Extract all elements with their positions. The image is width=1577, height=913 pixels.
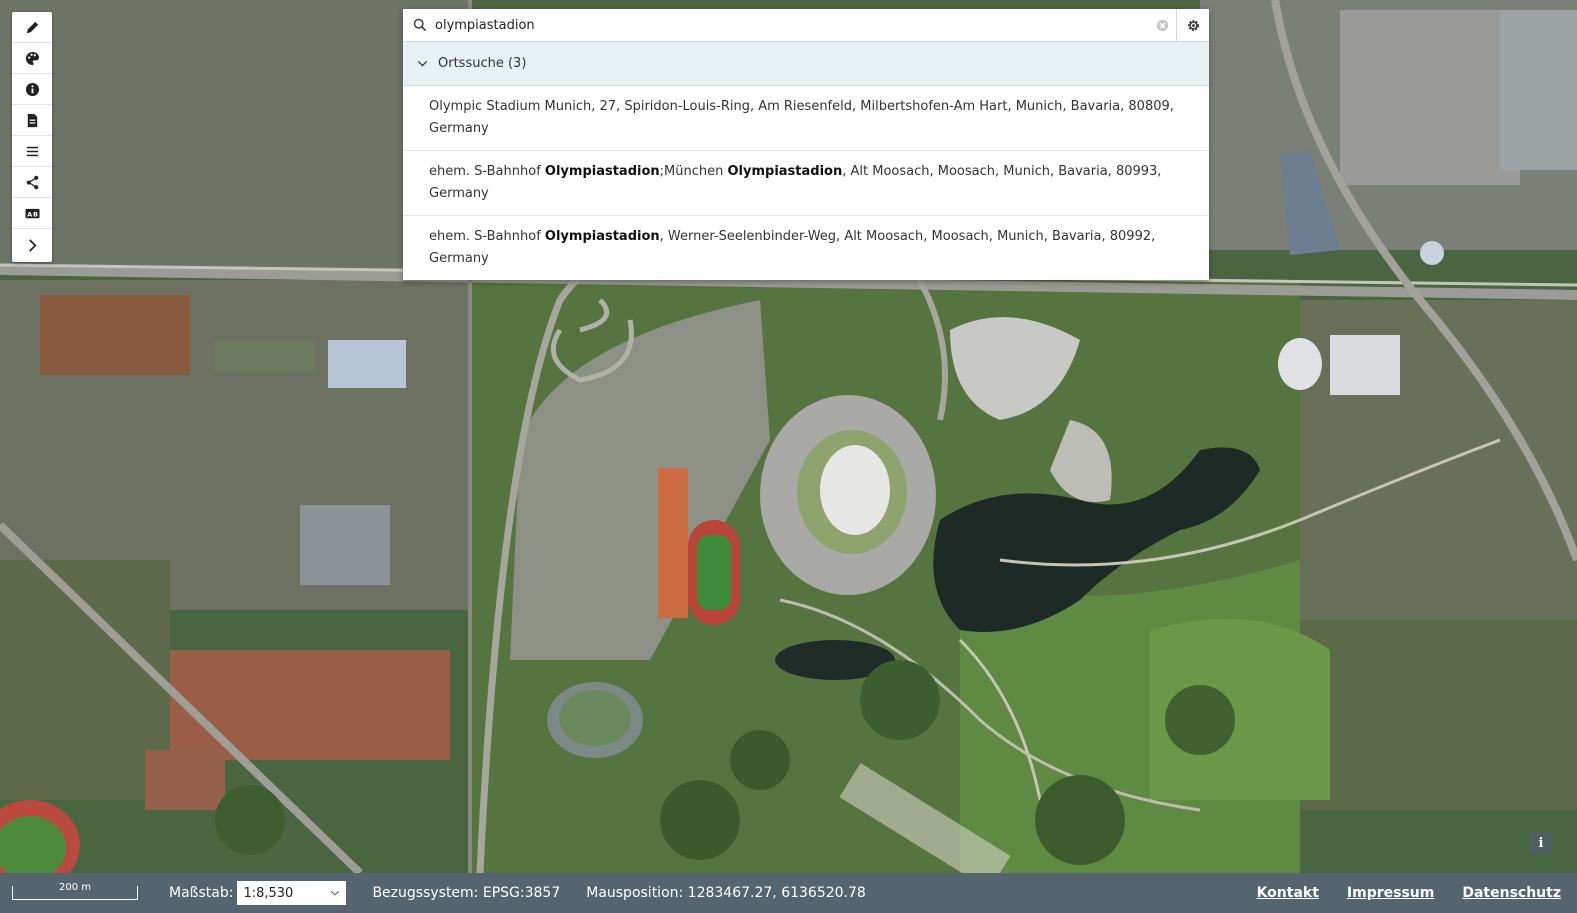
result-text: Olympic Stadium Munich, 27, Spiridon-Lou… — [429, 99, 1174, 136]
info-icon — [25, 82, 39, 96]
ab-icon: AB — [24, 208, 40, 218]
search-input[interactable] — [433, 16, 1148, 34]
map-attribution-button[interactable]: i — [1530, 832, 1552, 854]
scale-bar-label: 200 m — [58, 882, 91, 893]
search-results-list: Olympic Stadium Munich, 27, Spiridon-Lou… — [403, 86, 1209, 280]
search-result-item[interactable]: ehem. S-Bahnhof Olympiastadion, Werner-S… — [403, 216, 1209, 280]
chevron-right-icon — [28, 239, 37, 252]
result-text: ;München — [659, 164, 728, 179]
footer-links: Kontakt Impressum Datenschutz — [1257, 885, 1561, 901]
scale-label: Maßstab: — [169, 885, 234, 901]
impressum-link[interactable]: Impressum — [1347, 885, 1434, 901]
layers-tool-button[interactable] — [12, 136, 52, 167]
scale-value: 1:8,530 — [243, 885, 294, 901]
result-highlight: Olympiastadion — [544, 164, 660, 179]
map-toolbar: AB — [12, 12, 52, 262]
gear-icon — [1187, 19, 1199, 31]
search-settings-button[interactable] — [1176, 9, 1209, 41]
palette-icon — [25, 51, 39, 65]
clear-search-button[interactable] — [1148, 9, 1176, 41]
pencil-icon — [26, 21, 38, 33]
share-icon — [26, 175, 38, 189]
info-tool-button[interactable] — [12, 74, 52, 105]
footer-bar: 200 m Maßstab: 1:8,530 Bezugssystem: EPS… — [0, 873, 1577, 913]
scale-select[interactable]: 1:8,530 — [237, 881, 347, 905]
reference-system-text: Bezugssystem: EPSG:3857 — [372, 885, 561, 901]
search-result-item[interactable]: ehem. S-Bahnhof Olympiastadion;München O… — [403, 151, 1209, 216]
datenschutz-link[interactable]: Datenschutz — [1462, 885, 1561, 901]
group-label: Ortssuche (3) — [438, 56, 527, 71]
print-tool-button[interactable] — [12, 105, 52, 136]
menu-icon — [26, 146, 38, 156]
search-icon — [413, 18, 427, 32]
chevron-down-icon — [331, 890, 340, 896]
scale-bar: 200 m — [12, 882, 138, 900]
ortssuche-group-header[interactable]: Ortssuche (3) — [403, 42, 1209, 86]
clear-icon — [1156, 19, 1168, 31]
document-icon — [27, 113, 37, 127]
result-text: ehem. S-Bahnhof — [429, 229, 545, 244]
chevron-down-icon — [417, 60, 428, 67]
svg-text:B: B — [32, 210, 37, 218]
result-highlight: Olympiastadion — [727, 164, 843, 179]
result-text: ehem. S-Bahnhof — [429, 164, 545, 179]
mouse-position-text: Mausposition: 1283467.27, 6136520.78 — [586, 885, 866, 901]
search-input-wrapper — [403, 9, 1148, 41]
share-tool-button[interactable] — [12, 167, 52, 198]
kontakt-link[interactable]: Kontakt — [1257, 885, 1319, 901]
result-highlight: Olympiastadion — [544, 229, 660, 244]
draw-tool-button[interactable] — [12, 12, 52, 43]
style-tool-button[interactable] — [12, 43, 52, 74]
label-tool-button[interactable]: AB — [12, 198, 52, 229]
search-result-item[interactable]: Olympic Stadium Munich, 27, Spiridon-Lou… — [403, 86, 1209, 151]
expand-toolbar-button[interactable] — [12, 229, 52, 262]
search-bar — [403, 9, 1209, 42]
search-panel: Ortssuche (3) Olympic Stadium Munich, 27… — [403, 9, 1209, 280]
